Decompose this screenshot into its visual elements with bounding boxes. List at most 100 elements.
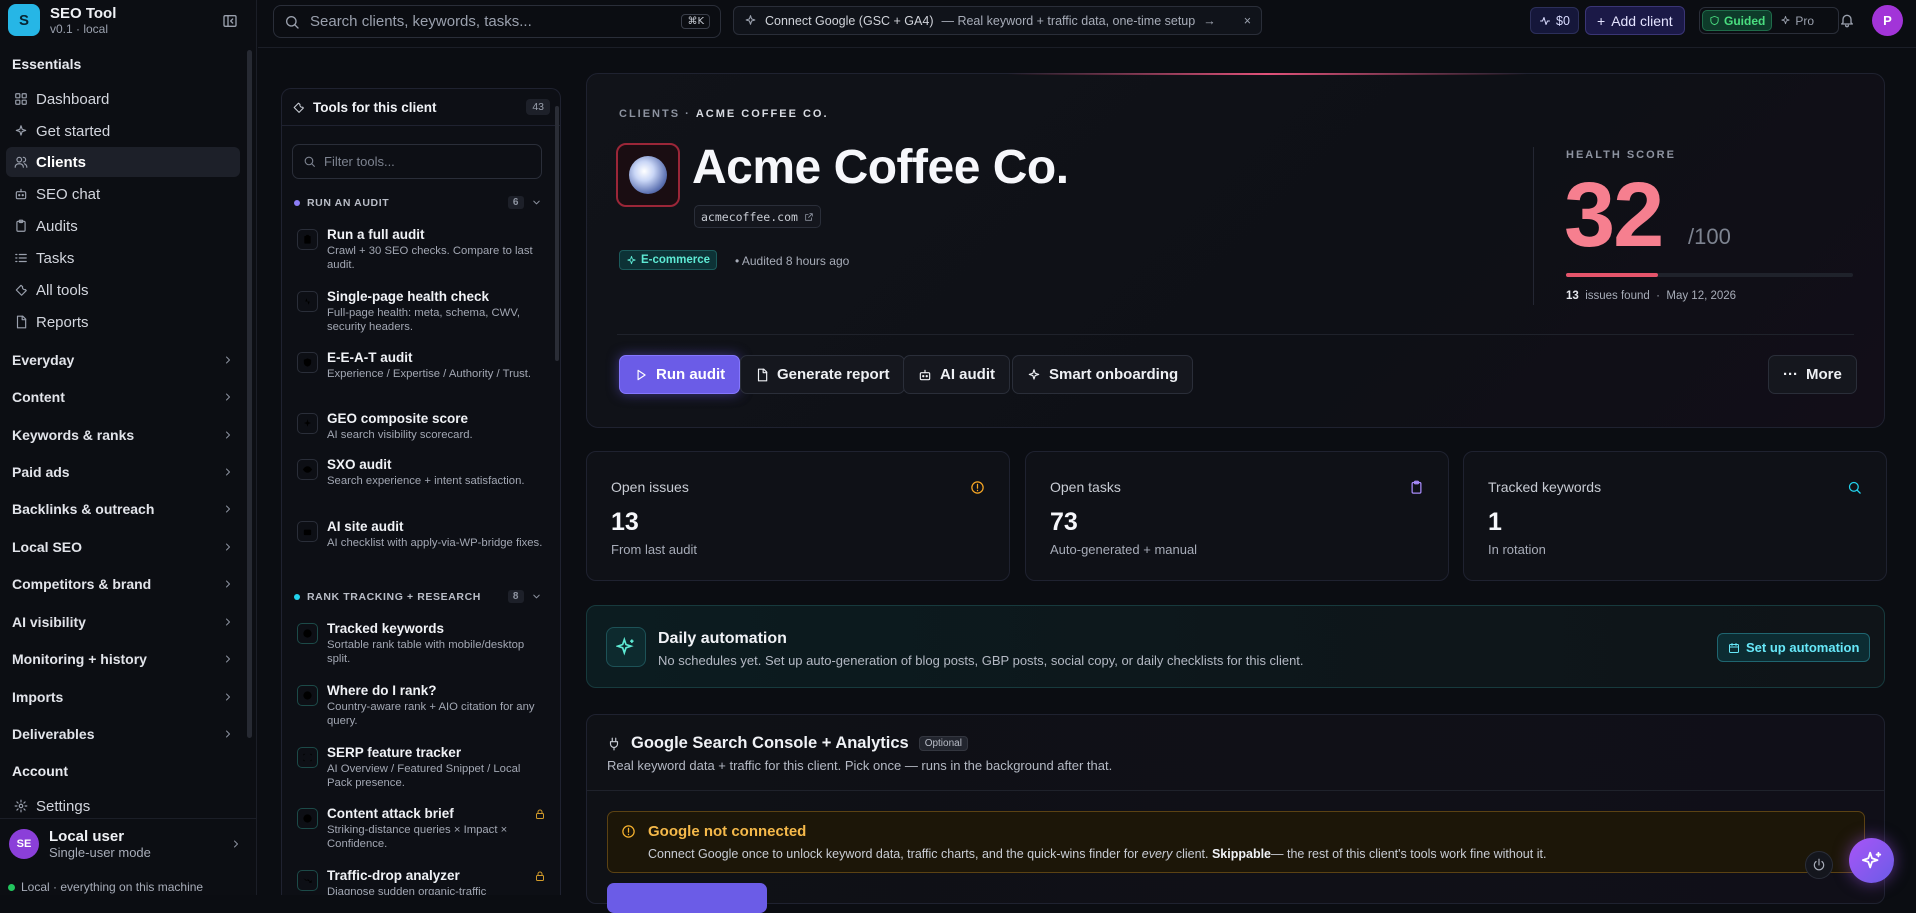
chevron-right-icon <box>222 466 234 478</box>
sidebar-group-label: Backlinks & outreach <box>12 501 155 517</box>
sidebar-group-imports[interactable]: Imports <box>12 689 234 705</box>
sidebar-item-label: Clients <box>36 153 87 171</box>
tool-desc: Sortable rank table with mobile/desktop … <box>327 639 525 665</box>
tool-traffic-drop-analyzer[interactable]: Traffic-drop analyzer Diagnose sudden org… <box>297 867 545 895</box>
brand[interactable]: S SEO Tool v0.1 · local <box>8 4 116 36</box>
stat-sub: From last audit <box>611 542 697 557</box>
run-audit-button[interactable]: Run audit <box>619 355 741 394</box>
alert-desc: Connect Google once to unlock keyword da… <box>648 847 1546 861</box>
tool-desc: Crawl + 30 SEO checks. Compare to last a… <box>327 245 533 271</box>
globe-icon <box>629 156 667 194</box>
connect-google-button[interactable] <box>607 883 767 913</box>
search-input[interactable]: Search clients, keywords, tasks... <box>310 13 532 30</box>
tool-desc: Diagnose sudden organic-traffic <box>327 886 487 895</box>
tool-desc: Country-aware rank + AIO citation for an… <box>327 701 535 727</box>
sidebar-group-ai-visibility[interactable]: AI visibility <box>12 614 234 630</box>
bell-icon[interactable] <box>1839 12 1855 28</box>
sidebar-group-monitoring[interactable]: Monitoring + history <box>12 651 234 667</box>
user-menu[interactable]: SE Local user Single-user mode <box>0 818 257 868</box>
divider <box>587 790 1884 791</box>
plus-icon: + <box>1597 12 1606 29</box>
close-icon[interactable]: × <box>1244 14 1251 28</box>
tool-geo-score[interactable]: GEO composite score AI search visibility … <box>297 410 545 442</box>
chevron-right-icon <box>222 391 234 403</box>
sidebar-group-competitors[interactable]: Competitors & brand <box>12 576 234 592</box>
breadcrumb-clients[interactable]: CLIENTS <box>619 108 680 120</box>
global-search[interactable]: Search clients, keywords, tasks... ⌘K <box>273 5 721 38</box>
sidebar-group-content[interactable]: Content <box>12 389 234 405</box>
sidebar-item-settings[interactable]: Settings <box>6 791 240 821</box>
mode-guided[interactable]: Guided <box>1702 10 1773 31</box>
profile-avatar[interactable]: P <box>1872 5 1903 36</box>
automation-title: Daily automation <box>658 630 787 647</box>
tool-sxo-audit[interactable]: SXO audit Search experience + intent sati… <box>297 456 545 488</box>
sidebar-item-reports[interactable]: Reports <box>6 307 240 337</box>
sidebar-item-clients[interactable]: Clients <box>6 147 240 177</box>
sidebar-group-everyday[interactable]: Everyday <box>12 352 234 368</box>
connect-google-banner[interactable]: Connect Google (GSC + GA4) — Real keywor… <box>733 6 1262 35</box>
tool-ai-site-audit[interactable]: AI site audit AI checklist with apply-via… <box>297 518 545 550</box>
sidebar-group-deliverables[interactable]: Deliverables <box>12 726 234 742</box>
stat-tracked-keywords[interactable]: Tracked keywords 1 In rotation <box>1463 451 1887 581</box>
avatar: SE <box>9 828 39 859</box>
alert-desc-part: client. <box>1172 847 1212 861</box>
filter-tools-input[interactable]: Filter tools... <box>292 144 542 179</box>
topbar: Search clients, keywords, tasks... ⌘K Co… <box>258 0 1916 48</box>
sidebar-scrollbar[interactable] <box>247 50 252 738</box>
button-label: AI audit <box>940 366 995 383</box>
sidebar-item-audits[interactable]: Audits <box>6 211 240 241</box>
local-status-text: Local · everything on this machine <box>21 880 204 894</box>
mode-toggle[interactable]: Guided Pro <box>1699 7 1839 34</box>
credits-badge[interactable]: $0 <box>1530 7 1579 34</box>
sidebar-group-paid-ads[interactable]: Paid ads <box>12 464 234 480</box>
tools-scrollbar[interactable] <box>555 106 559 361</box>
eye-icon <box>297 459 318 480</box>
chevron-right-icon <box>222 429 234 441</box>
sidebar-group-backlinks[interactable]: Backlinks & outreach <box>12 501 234 517</box>
health-score-bar <box>1566 273 1853 277</box>
tool-run-full-audit[interactable]: Run a full audit Crawl + 30 SEO checks. C… <box>297 226 545 272</box>
button-label: Smart onboarding <box>1049 366 1179 383</box>
tool-content-attack-brief[interactable]: Content attack brief Striking-distance qu… <box>297 805 545 851</box>
tool-name: Where do I rank? <box>327 683 437 698</box>
add-client-button[interactable]: + Add client <box>1585 6 1685 35</box>
mode-pro[interactable]: Pro <box>1772 14 1822 28</box>
tool-desc: Full-page health: meta, schema, CWV, sec… <box>327 307 520 333</box>
alert-icon <box>970 480 985 495</box>
sidebar-item-seo-chat[interactable]: SEO chat <box>6 179 240 209</box>
section-run-an-audit[interactable]: RUN AN AUDIT 6 <box>294 196 542 209</box>
tool-eeat-audit[interactable]: E-E-A-T audit Experience / Expertise / Au… <box>297 349 545 381</box>
section-rank-tracking[interactable]: RANK TRACKING + RESEARCH 8 <box>294 590 542 603</box>
robot-icon <box>297 521 318 542</box>
power-icon <box>1812 858 1826 872</box>
tool-tracked-keywords[interactable]: Tracked keywords Sortable rank table with… <box>297 620 545 666</box>
gear-icon <box>14 799 28 813</box>
ai-assistant-button[interactable] <box>1849 838 1894 883</box>
power-button[interactable] <box>1805 851 1833 879</box>
tool-name: GEO composite score <box>327 411 469 426</box>
add-client-label: Add client <box>1611 12 1673 29</box>
tool-single-page-health[interactable]: Single-page health check Full-page health… <box>297 288 545 334</box>
sidebar-group-keywords[interactable]: Keywords & ranks <box>12 427 234 443</box>
trend-down-icon <box>297 870 318 891</box>
sidebar-item-get-started[interactable]: Get started <box>6 116 240 146</box>
sidebar-item-dashboard[interactable]: Dashboard <box>6 84 240 114</box>
client-domain-link[interactable]: acmecoffee.com <box>694 205 821 228</box>
sidebar-item-all-tools[interactable]: All tools <box>6 275 240 305</box>
sidebar-item-tasks[interactable]: Tasks <box>6 243 240 273</box>
search-icon <box>303 155 316 168</box>
google-card-title: Google Search Console + Analytics Option… <box>607 734 968 753</box>
sidebar-collapse-icon[interactable] <box>222 13 238 29</box>
robot-icon <box>918 368 932 382</box>
ai-audit-button[interactable]: AI audit <box>903 355 1010 394</box>
stat-open-issues[interactable]: Open issues 13 From last audit <box>586 451 1010 581</box>
sidebar-group-local-seo[interactable]: Local SEO <box>12 539 234 555</box>
chevron-right-icon <box>222 503 234 515</box>
smart-onboarding-button[interactable]: Smart onboarding <box>1012 355 1194 394</box>
stat-open-tasks[interactable]: Open tasks 73 Auto-generated + manual <box>1025 451 1449 581</box>
setup-automation-button[interactable]: Set up automation <box>1717 633 1871 662</box>
tool-serp-feature-tracker[interactable]: SERP feature tracker AI Overview / Featur… <box>297 744 545 790</box>
more-button[interactable]: ··· More <box>1768 355 1857 394</box>
tool-where-do-i-rank[interactable]: Where do I rank? Country-aware rank + AIO… <box>297 682 545 728</box>
generate-report-button[interactable]: Generate report <box>740 355 905 394</box>
